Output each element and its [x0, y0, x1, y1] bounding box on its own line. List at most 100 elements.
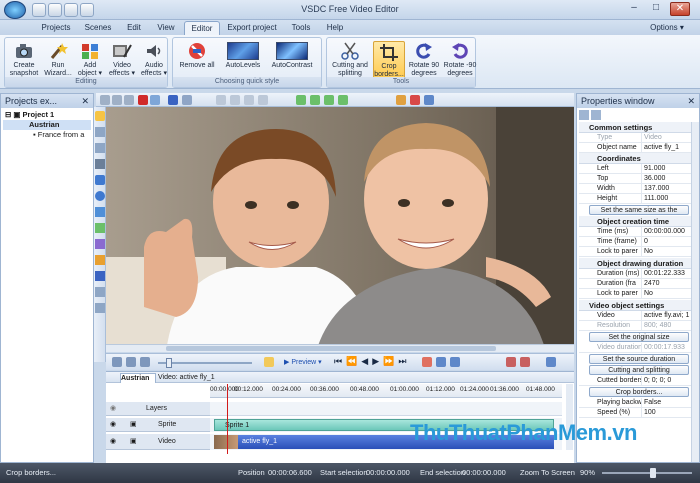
delete-icon[interactable]: [138, 95, 148, 105]
zoom-slider[interactable]: [602, 472, 692, 474]
crop-borders-button[interactable]: Crop borders...: [373, 41, 405, 81]
transport-controls[interactable]: ⏮⏪◀▶⏩⏭: [334, 356, 410, 367]
track-header-sprite[interactable]: ◉ ▣ Sprite: [106, 418, 210, 432]
video-preview-canvas[interactable]: [106, 107, 574, 352]
zoom-slider-thumb[interactable]: [166, 358, 172, 368]
audio-tool-icon[interactable]: [95, 271, 105, 281]
record-icon[interactable]: [410, 95, 420, 105]
rotate-90-button[interactable]: Rotate 90 degrees: [407, 41, 441, 81]
zoom-to-screen-button[interactable]: Zoom To Screen: [520, 463, 575, 483]
playhead-cursor[interactable]: [227, 384, 228, 454]
align-right-icon[interactable]: [244, 95, 254, 105]
set-source-duration-button[interactable]: Set the source duration: [589, 354, 689, 364]
tree-item-video[interactable]: ▪ France from a: [3, 130, 91, 140]
audio-effects-button[interactable]: Audio effects ▾: [139, 41, 169, 81]
copy-icon[interactable]: [112, 95, 122, 105]
timeline-tab-video[interactable]: Video: active fly_1: [158, 373, 228, 383]
autocontrast-button[interactable]: AutoContrast: [267, 41, 317, 81]
rotate-minus-90-button[interactable]: Rotate -90 degrees: [443, 41, 477, 81]
canvas-horizontal-scrollbar[interactable]: [106, 344, 574, 352]
timeline-tab-scene[interactable]: Austrian: [120, 373, 156, 383]
panel-close-button[interactable]: ✕: [687, 94, 695, 108]
run-wizard-button[interactable]: Run Wizard...: [43, 41, 73, 81]
video-tool-icon[interactable]: [95, 239, 105, 249]
undo-icon[interactable]: [168, 95, 178, 105]
sort-alpha-icon[interactable]: [591, 110, 601, 120]
track-header-video[interactable]: ◉ ▣ Video: [106, 434, 210, 450]
remove-all-button[interactable]: Remove all: [177, 41, 217, 81]
tab-edit[interactable]: Edit: [120, 21, 148, 35]
create-snapshot-button[interactable]: Create snapshot: [7, 41, 41, 81]
zoom-out-icon[interactable]: [126, 357, 136, 367]
eye-icon[interactable]: ◉: [110, 420, 116, 428]
track-header-layers[interactable]: ◉ Layers: [106, 402, 210, 416]
properties-scrollbar[interactable]: [691, 122, 699, 462]
tab-scenes[interactable]: Scenes: [80, 21, 116, 35]
snapshot-icon[interactable]: [436, 357, 446, 367]
set-original-size-button[interactable]: Set the original size: [589, 332, 689, 342]
lock-icon[interactable]: ▣: [130, 420, 137, 428]
options-menu[interactable]: Options ▾: [642, 21, 692, 35]
send-back-icon[interactable]: [338, 95, 348, 105]
redo-icon[interactable]: [150, 95, 160, 105]
scrollbar-thumb[interactable]: [166, 346, 496, 351]
tree-item-project[interactable]: ⊟ ▣ Project 1: [3, 110, 91, 120]
panel-close-button[interactable]: ✕: [81, 94, 89, 108]
set-parent-size-button[interactable]: Set the same size as the parent: [589, 205, 689, 223]
image-tool-icon[interactable]: [95, 223, 105, 233]
zoom-fit-icon[interactable]: [140, 357, 150, 367]
align-left-icon[interactable]: [216, 95, 226, 105]
eye-icon[interactable]: ◉: [110, 437, 116, 445]
align-top-icon[interactable]: [258, 95, 268, 105]
video-effects-button[interactable]: Video effects ▾: [107, 41, 137, 81]
section-drawing-duration[interactable]: Object drawing duration: [579, 258, 691, 269]
section-coordinates[interactable]: Coordinates: [579, 153, 691, 164]
tab-help[interactable]: Help: [322, 21, 348, 35]
tab-tools[interactable]: Tools: [286, 21, 316, 35]
section-creation-time[interactable]: Object creation time: [579, 216, 691, 227]
pointer-tool-icon[interactable]: [95, 111, 105, 121]
zoom-slider[interactable]: [158, 362, 252, 364]
categorized-view-icon[interactable]: [579, 110, 589, 120]
zoom-slider-thumb[interactable]: [650, 468, 656, 478]
paste-icon[interactable]: [124, 95, 134, 105]
move-up-icon[interactable]: [296, 95, 306, 105]
eye-icon[interactable]: ◉: [110, 404, 116, 412]
track-lane-layers[interactable]: [210, 402, 562, 416]
lock-icon[interactable]: ▣: [130, 437, 137, 445]
tree-item-scene[interactable]: Austrian: [3, 120, 91, 130]
preview-button[interactable]: ▶ Preview ▾: [284, 357, 330, 368]
tab-view[interactable]: View: [152, 21, 180, 35]
cutting-splitting-prop-button[interactable]: Cutting and splitting: [589, 365, 689, 375]
audio-split-icon[interactable]: [506, 357, 516, 367]
crop-tool-icon[interactable]: [95, 207, 105, 217]
text-tool-icon[interactable]: [95, 127, 105, 137]
marker-icon[interactable]: [450, 357, 460, 367]
cut-region-icon[interactable]: [422, 357, 432, 367]
select-tool-icon[interactable]: [100, 95, 110, 105]
crop-borders-prop-button[interactable]: Crop borders...: [589, 387, 689, 397]
tab-export-project[interactable]: Export project: [224, 21, 280, 35]
close-button[interactable]: ✕: [670, 2, 690, 16]
align-center-icon[interactable]: [230, 95, 240, 105]
section-common-settings[interactable]: Common settings: [579, 122, 691, 133]
chart-tool-icon[interactable]: [95, 255, 105, 265]
subtitle-tool-icon[interactable]: [95, 287, 105, 297]
autolevels-button[interactable]: AutoLevels: [221, 41, 265, 81]
cutting-splitting-button[interactable]: Cutting and splitting: [329, 41, 371, 81]
animation-tool-icon[interactable]: [95, 303, 105, 313]
section-video-settings[interactable]: Video object settings: [579, 300, 691, 311]
move-down-icon[interactable]: [310, 95, 320, 105]
add-object-button[interactable]: Add object ▾: [75, 41, 105, 81]
maximize-button[interactable]: □: [646, 2, 666, 16]
track-split-icon[interactable]: [520, 357, 530, 367]
timeline-ruler[interactable]: 00:00.000 00:12.000 00:24.000 00:36.000 …: [210, 384, 562, 398]
line-tool-icon[interactable]: [95, 159, 105, 169]
minimize-button[interactable]: –: [624, 2, 644, 16]
timeline-settings-icon[interactable]: [546, 357, 556, 367]
ellipse-tool-icon[interactable]: [95, 191, 105, 201]
preview-mode-icon[interactable]: [264, 357, 274, 367]
layout-icon[interactable]: [424, 95, 434, 105]
sprite-tool-icon[interactable]: [95, 143, 105, 153]
tab-projects[interactable]: Projects: [36, 21, 76, 35]
